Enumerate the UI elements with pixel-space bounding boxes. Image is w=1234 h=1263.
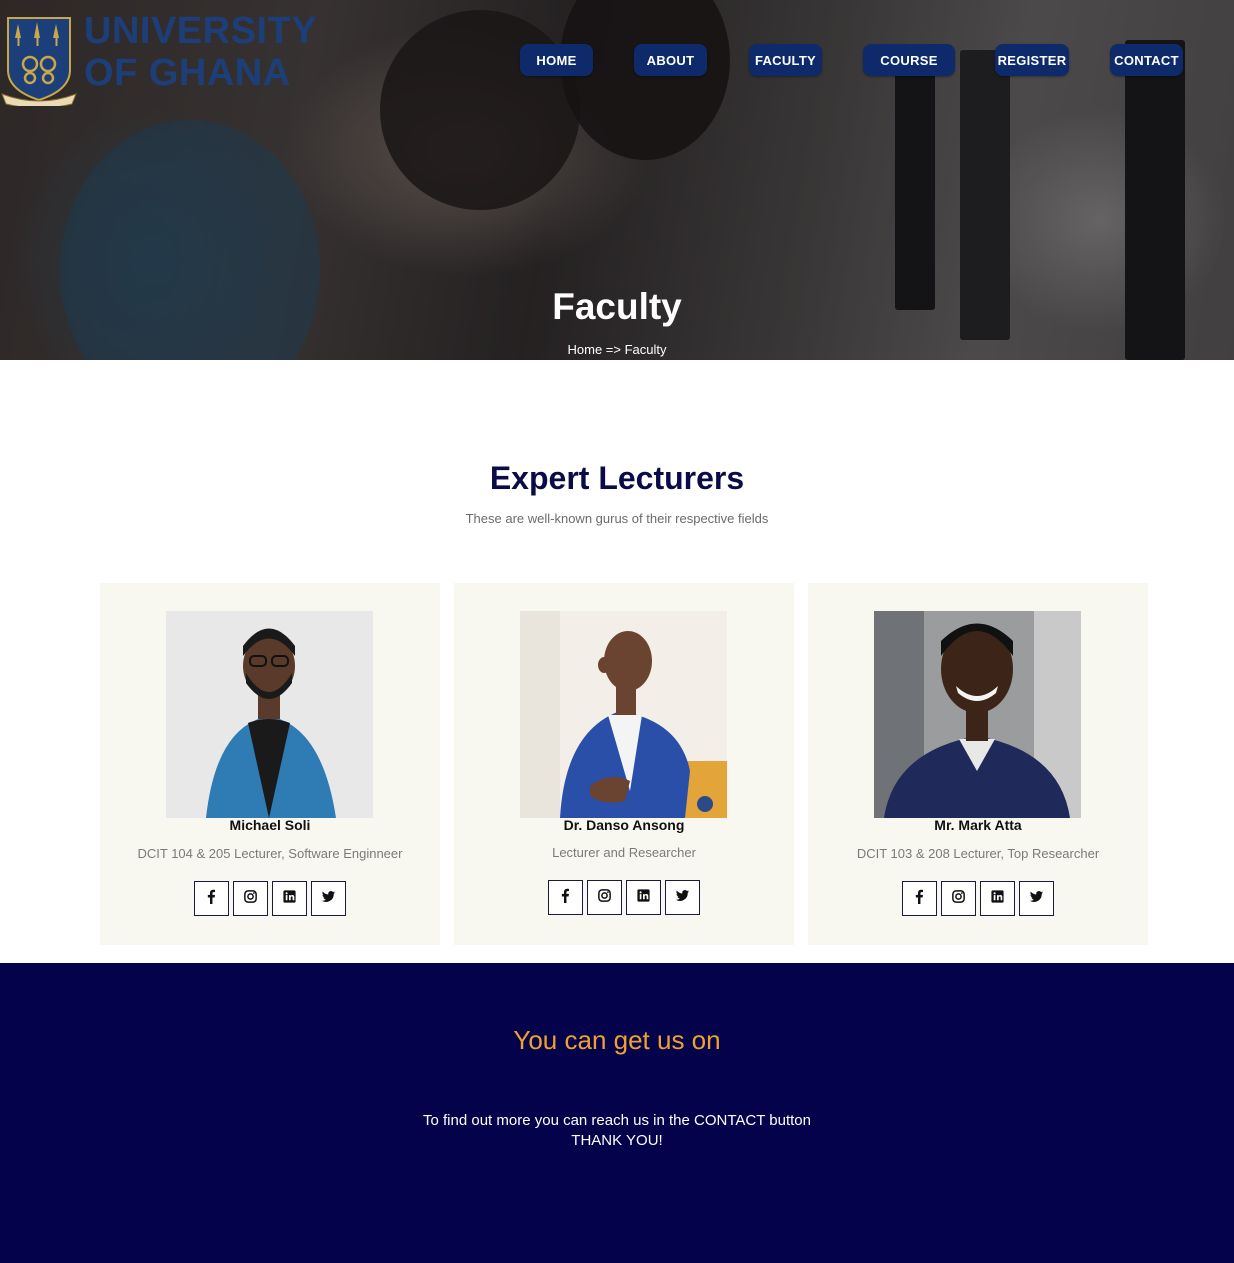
- linkedin-icon: [282, 889, 297, 909]
- lecturer-role: Lecturer and Researcher: [552, 845, 696, 860]
- social-links: [100, 881, 440, 916]
- brand-name: UNIVERSITY OF GHANA: [84, 10, 317, 94]
- nav-about[interactable]: ABOUT: [634, 44, 707, 76]
- section-title: Expert Lecturers: [489, 460, 745, 496]
- lecturer-role: DCIT 103 & 208 Lecturer, Top Researcher: [856, 846, 1100, 861]
- twitter-link[interactable]: [665, 880, 700, 915]
- lecturer-name: Mr. Mark Atta: [934, 817, 1022, 833]
- nav-home[interactable]: HOME: [520, 44, 593, 76]
- twitter-icon: [675, 888, 690, 908]
- social-links: [454, 880, 794, 915]
- footer-contact-text: To find out more you can reach us in the…: [423, 1112, 811, 1129]
- lecturer-card: Michael Soli DCIT 104 & 205 Lecturer, So…: [100, 583, 440, 945]
- linkedin-icon: [636, 888, 651, 908]
- hero-banner: UNIVERSITY OF GHANA HOME ABOUT FACULTY C…: [0, 0, 1234, 360]
- site-logo[interactable]: UNIVERSITY OF GHANA: [0, 8, 317, 109]
- brand-line-1: UNIVERSITY: [84, 10, 318, 52]
- social-links: [808, 881, 1148, 916]
- lecturer-photo: [520, 611, 727, 818]
- facebook-icon: [912, 889, 927, 909]
- nav-contact[interactable]: CONTACT: [1110, 44, 1183, 76]
- lecturer-name: Michael Soli: [229, 817, 311, 833]
- linkedin-link[interactable]: [626, 880, 661, 915]
- facebook-icon: [204, 889, 219, 909]
- crest-icon: [0, 8, 78, 109]
- facebook-link[interactable]: [902, 881, 937, 916]
- lecturer-name: Dr. Danso Ansong: [563, 817, 685, 833]
- facebook-link[interactable]: [194, 881, 229, 916]
- facebook-icon: [558, 888, 573, 908]
- twitter-icon: [321, 889, 336, 909]
- instagram-link[interactable]: [233, 881, 268, 916]
- linkedin-link[interactable]: [272, 881, 307, 916]
- section-subtitle: These are well-known gurus of their resp…: [465, 511, 769, 526]
- facebook-link[interactable]: [548, 880, 583, 915]
- breadcrumb: Home => Faculty: [567, 342, 667, 357]
- twitter-icon: [1029, 889, 1044, 909]
- instagram-icon: [597, 888, 612, 908]
- lecturer-card: Mr. Mark Atta DCIT 103 & 208 Lecturer, T…: [808, 583, 1148, 945]
- lecturer-photo: [874, 611, 1081, 818]
- twitter-link[interactable]: [1019, 881, 1054, 916]
- instagram-link[interactable]: [941, 881, 976, 916]
- instagram-icon: [951, 889, 966, 909]
- brand-line-2: OF GHANA: [84, 52, 291, 94]
- lecturer-card: Dr. Danso Ansong Lecturer and Researcher: [454, 583, 794, 945]
- instagram-link[interactable]: [587, 880, 622, 915]
- footer-thanks-text: THANK YOU!: [571, 1132, 663, 1149]
- nav-course[interactable]: COURSE: [863, 44, 955, 76]
- linkedin-icon: [990, 889, 1005, 909]
- lecturer-role: DCIT 104 & 205 Lecturer, Software Enginn…: [137, 846, 403, 861]
- lecturer-photo: [166, 611, 373, 818]
- footer: You can get us on To find out more you c…: [0, 963, 1234, 1263]
- footer-title: You can get us on: [513, 1025, 721, 1055]
- instagram-icon: [243, 889, 258, 909]
- linkedin-link[interactable]: [980, 881, 1015, 916]
- twitter-link[interactable]: [311, 881, 346, 916]
- nav-register[interactable]: REGISTER: [995, 44, 1069, 76]
- nav-faculty[interactable]: FACULTY: [749, 44, 822, 76]
- page-title: Faculty: [552, 286, 682, 327]
